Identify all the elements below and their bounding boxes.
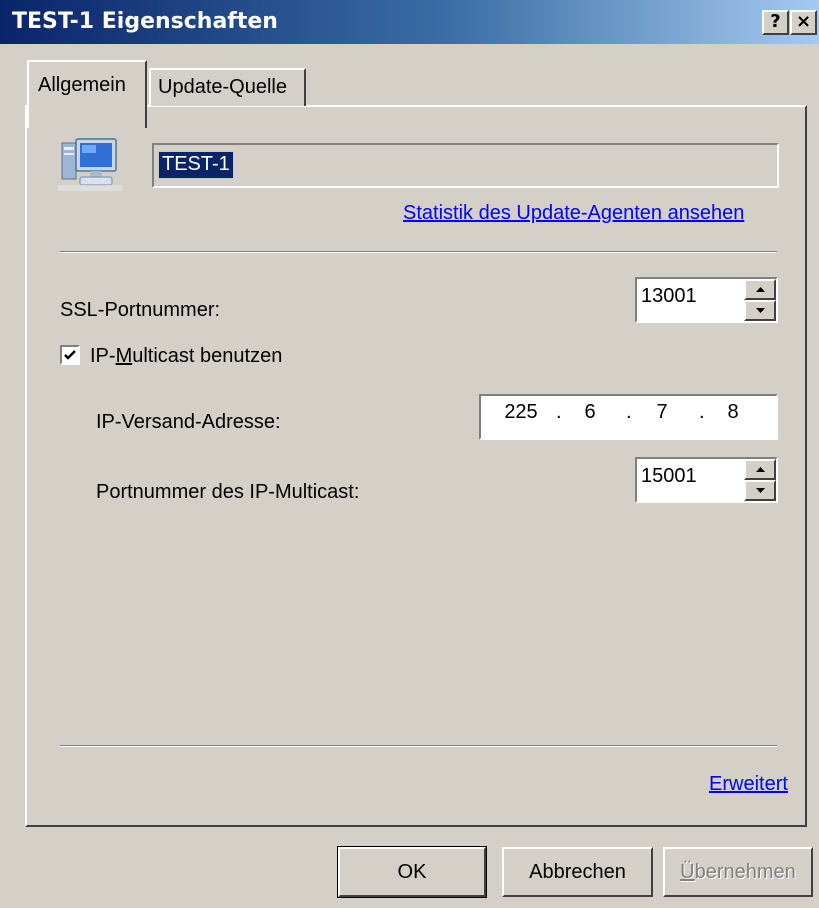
- properties-dialog: TEST-1 Eigenschaften ? × Allgemein Updat…: [0, 0, 819, 908]
- computer-name-field[interactable]: TEST-1: [152, 143, 779, 188]
- ip-dot: .: [699, 401, 705, 423]
- multicast-port-spin-buttons: [744, 459, 776, 501]
- advanced-link[interactable]: Erweitert: [709, 773, 788, 796]
- ip-address-field[interactable]: 225 . 6 . 7 . 8: [479, 394, 778, 440]
- multicast-port-down-button[interactable]: [744, 480, 776, 501]
- tab-allgemein[interactable]: Allgemein: [27, 60, 147, 128]
- ssl-port-spin-buttons: [744, 279, 776, 321]
- ok-button[interactable]: OK: [337, 846, 487, 898]
- ip-dot: .: [556, 401, 562, 423]
- multicast-port-spinner[interactable]: 15001: [635, 457, 778, 503]
- multicast-port-up-button[interactable]: [744, 459, 776, 480]
- ssl-port-spinner[interactable]: 13001: [635, 277, 778, 323]
- apply-button[interactable]: Übernehmen: [663, 847, 813, 897]
- help-button[interactable]: ?: [762, 10, 789, 35]
- multicast-port-value: 15001: [641, 465, 697, 487]
- ssl-port-up-button[interactable]: [744, 279, 776, 300]
- computer-icon: [58, 135, 122, 193]
- ip-dot: .: [626, 401, 632, 423]
- ip-address-label: IP-Versand-Adresse:: [96, 411, 281, 433]
- window-title: TEST-1 Eigenschaften: [12, 9, 278, 34]
- arrow-up-icon: [756, 467, 765, 472]
- ssl-port-value: 13001: [641, 285, 697, 307]
- close-button[interactable]: ×: [790, 10, 817, 35]
- apply-label-rest: bernehmen: [694, 861, 796, 883]
- ip-octet-4[interactable]: 8: [711, 401, 755, 424]
- separator: [60, 251, 777, 253]
- multicast-label-prefix: IP-: [90, 345, 116, 367]
- computer-name-text: TEST-1: [158, 151, 234, 179]
- arrow-down-icon: [756, 488, 765, 493]
- ip-octet-1[interactable]: 225: [499, 401, 543, 424]
- tab-update-quelle[interactable]: Update-Quelle: [149, 68, 306, 106]
- multicast-checkbox[interactable]: [60, 345, 80, 365]
- multicast-label-suffix: ulticast benutzen: [132, 345, 283, 367]
- multicast-port-label: Portnummer des IP-Multicast:: [96, 481, 360, 503]
- view-agent-statistics-link[interactable]: Statistik des Update-Agenten ansehen: [403, 202, 744, 225]
- ssl-port-down-button[interactable]: [744, 300, 776, 321]
- title-bar[interactable]: TEST-1 Eigenschaften ? ×: [0, 0, 819, 44]
- multicast-label-accelerator: M: [115, 345, 133, 367]
- separator: [60, 745, 777, 747]
- ssl-port-label: SSL-Portnummer:: [60, 299, 221, 321]
- apply-accelerator: Ü: [680, 861, 695, 883]
- checkmark-icon: [64, 350, 76, 360]
- ip-octet-2[interactable]: 6: [568, 401, 612, 424]
- arrow-down-icon: [756, 308, 765, 313]
- cancel-button[interactable]: Abbrechen: [502, 847, 653, 897]
- multicast-checkbox-label[interactable]: IP-Multicast benutzen: [90, 345, 282, 368]
- arrow-up-icon: [756, 287, 765, 292]
- ip-octet-3[interactable]: 7: [640, 401, 684, 424]
